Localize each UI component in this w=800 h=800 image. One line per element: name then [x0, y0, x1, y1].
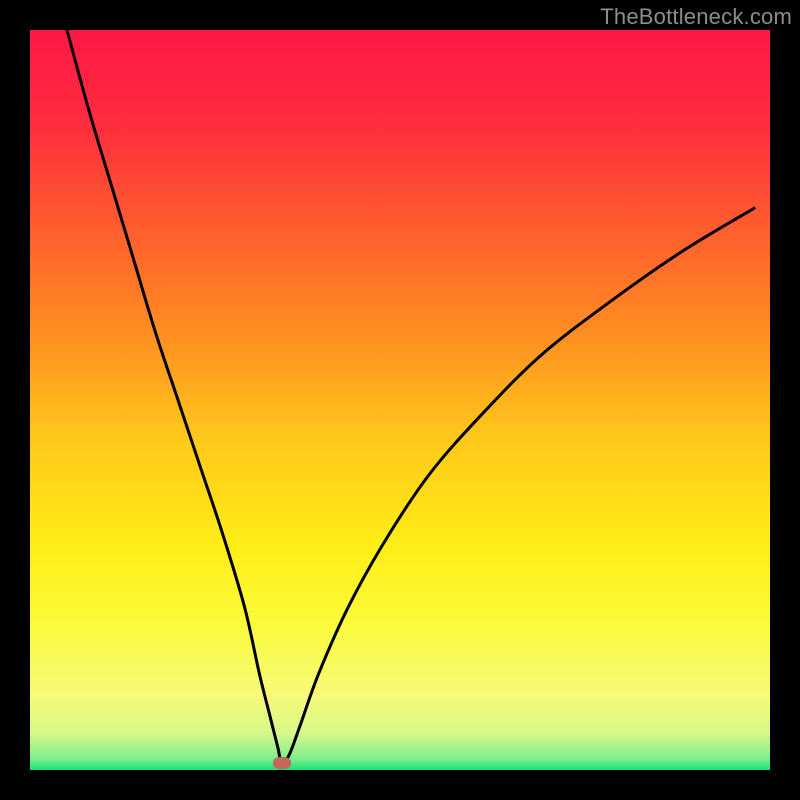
- curve-path: [67, 30, 755, 763]
- plot-area: [30, 30, 770, 770]
- optimal-point-marker: [273, 757, 291, 769]
- chart-frame: TheBottleneck.com: [0, 0, 800, 800]
- bottleneck-curve: [30, 30, 770, 770]
- watermark-text: TheBottleneck.com: [600, 4, 792, 30]
